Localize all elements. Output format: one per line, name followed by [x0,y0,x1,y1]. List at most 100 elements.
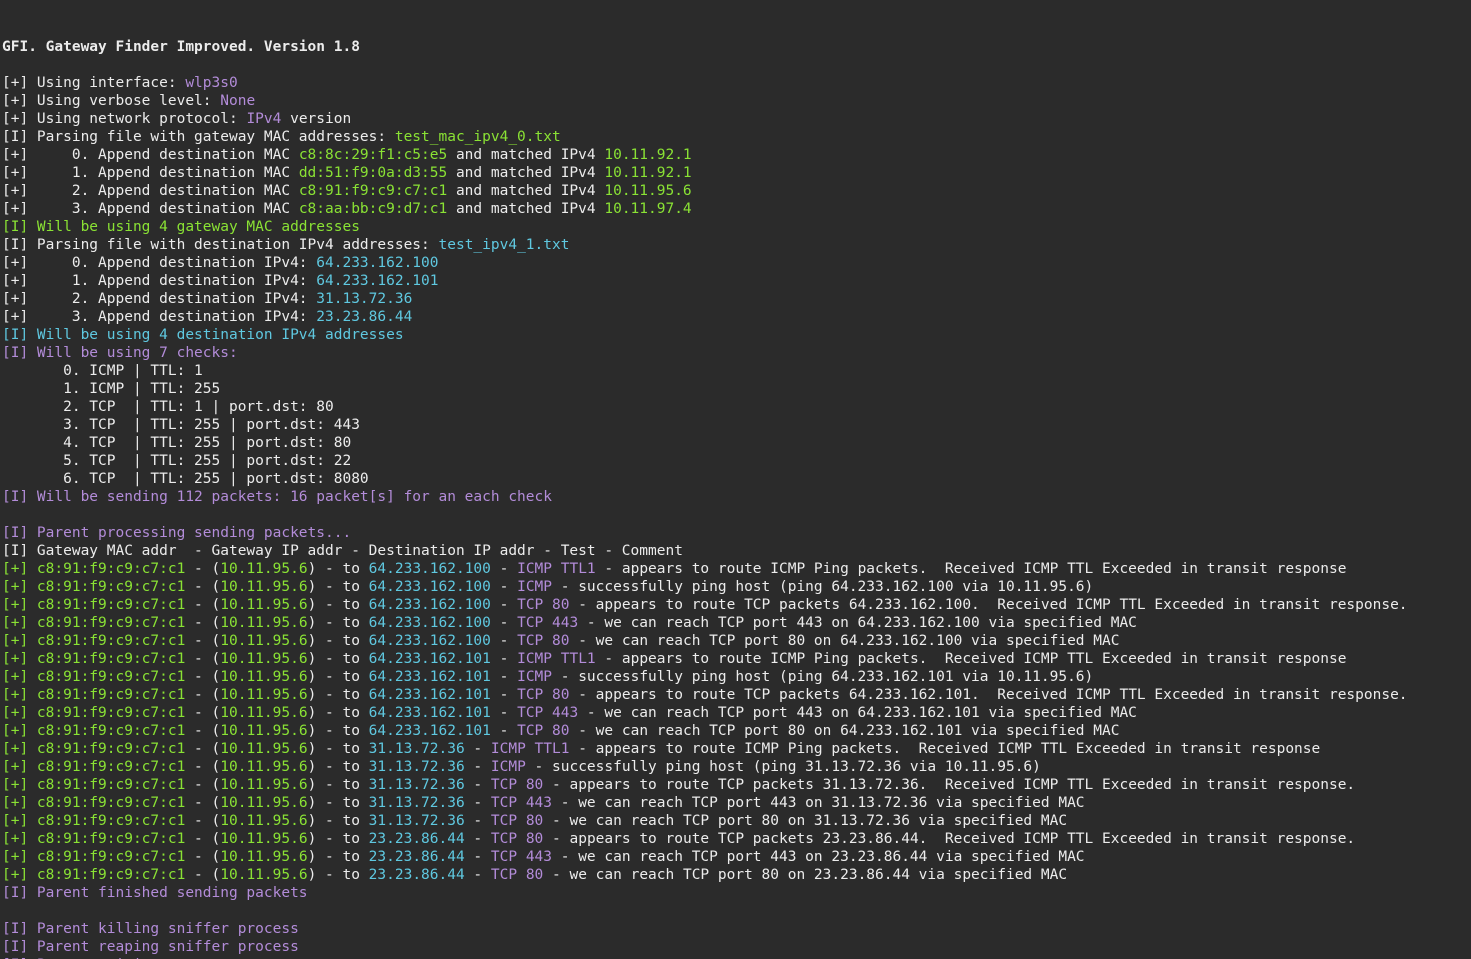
terminal-text-segment: - [464,813,491,829]
terminal-output: GFI. Gateway Finder Improved. Version 1.… [2,38,1471,959]
terminal-text-segment: - [490,615,518,631]
terminal-text-segment: [I] Will be using 4 destination IPv4 add… [2,327,404,343]
terminal-text-segment: - we can reach TCP port 80 on 64.233.162… [569,633,1120,649]
terminal-text-segment: ICMP [490,759,526,775]
terminal-text-segment: - ( [185,669,221,685]
terminal-text-segment: 10.11.92.1 [604,165,692,181]
terminal-text-segment: 64.233.162.101 [368,669,491,685]
terminal-text-segment: 64.233.162.101 [368,687,491,703]
terminal-text-segment: - ( [185,597,221,613]
terminal-text-segment: - ( [185,723,221,739]
terminal-text-segment: - we can reach TCP port 443 on 31.13.72.… [552,795,1085,811]
terminal-text-segment: ) - to [307,867,369,883]
terminal-window[interactable]: GFI. Gateway Finder Improved. Version 1.… [0,0,1471,959]
terminal-text-segment: [+] c8:91:f9:c9:c7:c1 [2,705,186,721]
terminal-text-segment: [+] c8:91:f9:c9:c7:c1 [2,795,186,811]
terminal-text-segment: 4. TCP | TTL: 255 | port.dst: 80 [2,435,352,451]
terminal-text-segment: [+] c8:91:f9:c9:c7:c1 [2,615,186,631]
terminal-text-segment: - successfully ping host (ping 31.13.72.… [525,759,1041,775]
terminal-text-segment: ) - to [307,651,369,667]
terminal-line: [+] 0. Append destination IPv4: 64.233.1… [2,254,1471,272]
terminal-text-segment: 64.233.162.100 [368,579,491,595]
terminal-text-segment: 10.11.95.6 [220,849,308,865]
terminal-text-segment: 10.11.95.6 [220,561,308,577]
terminal-text-segment: 5. TCP | TTL: 255 | port.dst: 22 [2,453,352,469]
terminal-text-segment: - appears to route TCP packets 64.233.16… [569,687,1408,703]
terminal-text-segment: - ( [185,831,221,847]
terminal-text-segment: c8:aa:bb:c9:d7:c1 [298,201,448,217]
terminal-text-segment: TCP 80 [490,831,544,847]
terminal-line: [+] 1. Append destination IPv4: 64.233.1… [2,272,1471,290]
terminal-text-segment: [I] Parent reaping sniffer process [2,939,299,955]
terminal-text-segment: [+] c8:91:f9:c9:c7:c1 [2,759,186,775]
terminal-line: [I] Will be using 4 destination IPv4 add… [2,326,1471,344]
terminal-text-segment: 10.11.95.6 [220,777,308,793]
terminal-text-segment: 64.233.162.100 [316,255,439,271]
terminal-line: [+] c8:91:f9:c9:c7:c1 - (10.11.95.6) - t… [2,650,1471,668]
terminal-text-segment: 64.233.162.100 [368,633,491,649]
terminal-text-segment: 10.11.95.6 [220,759,308,775]
terminal-text-segment: - appears to route TCP packets 23.23.86.… [543,831,1356,847]
terminal-text-segment: - [490,651,518,667]
terminal-line: [+] c8:91:f9:c9:c7:c1 - (10.11.95.6) - t… [2,758,1471,776]
terminal-text-segment: [+] 0. Append destination IPv4: [2,255,317,271]
text-cursor [487,955,495,959]
terminal-text-segment: 10.11.95.6 [220,687,308,703]
terminal-text-segment: ) - to [307,795,369,811]
terminal-text-segment: - ( [185,741,221,757]
terminal-text-segment: test_mac_ipv4_0.txt [394,129,561,145]
terminal-text-segment: 64.233.162.101 [368,723,491,739]
terminal-text-segment: [I] Will be using 7 checks: [2,345,238,361]
terminal-text-segment: [+] Using interface: [2,75,186,91]
terminal-text-segment: 10.11.97.4 [604,201,692,217]
terminal-text-segment: - [464,795,491,811]
terminal-text-segment: - appears to route TCP packets 31.13.72.… [543,777,1356,793]
terminal-text-segment: 23.23.86.44 [368,831,465,847]
terminal-text-segment: [+] c8:91:f9:c9:c7:c1 [2,741,186,757]
terminal-text-segment: [+] 3. Append destination IPv4: [2,309,317,325]
terminal-line: [+] 0. Append destination MAC c8:8c:29:f… [2,146,1471,164]
terminal-text-segment: and matched IPv4 [447,183,605,199]
terminal-text-segment: - [464,741,491,757]
terminal-text-segment: [+] 1. Append destination IPv4: [2,273,317,289]
terminal-text-segment: test_ipv4_1.txt [438,237,570,253]
terminal-text-segment: - ( [185,705,221,721]
terminal-text-segment: [+] Using network protocol: [2,111,247,127]
terminal-line: [+] 2. Append destination MAC c8:91:f9:c… [2,182,1471,200]
terminal-line: [+] Using network protocol: IPv4 version [2,110,1471,128]
terminal-text-segment: - [464,759,491,775]
terminal-text-segment: [+] c8:91:f9:c9:c7:c1 [2,867,186,883]
terminal-line: [I] Parent killing sniffer process [2,920,1471,938]
terminal-line: [+] c8:91:f9:c9:c7:c1 - (10.11.95.6) - t… [2,596,1471,614]
terminal-line: [+] c8:91:f9:c9:c7:c1 - (10.11.95.6) - t… [2,794,1471,812]
terminal-text-segment: [I] Parent finished sending packets [2,885,308,901]
terminal-text-segment: TCP 80 [517,633,570,649]
terminal-text-segment: wlp3s0 [185,75,238,91]
terminal-text-segment: [I] Will be sending 112 packets: 16 pack… [2,489,552,505]
terminal-text-segment: 64.233.162.101 [368,651,491,667]
terminal-text-segment: [+] 2. Append destination IPv4: [2,291,317,307]
terminal-line: [I] Parent finished sending packets [2,884,1471,902]
terminal-line: [+] c8:91:f9:c9:c7:c1 - (10.11.95.6) - t… [2,740,1471,758]
terminal-text-segment: - ( [185,633,221,649]
terminal-text-segment: - [490,687,518,703]
terminal-text-segment: TCP 80 [490,777,544,793]
terminal-text-segment: 10.11.95.6 [220,615,308,631]
terminal-text-segment: [+] Using verbose level: [2,93,221,109]
terminal-text-segment: TCP 443 [490,795,553,811]
terminal-line: [+] c8:91:f9:c9:c7:c1 - (10.11.95.6) - t… [2,560,1471,578]
terminal-text-segment: ICMP TTL1 [517,561,596,577]
terminal-text-segment: - [490,561,518,577]
terminal-line: [I] Parent reaping sniffer process [2,938,1471,956]
terminal-line: [+] c8:91:f9:c9:c7:c1 - (10.11.95.6) - t… [2,614,1471,632]
terminal-text-segment: [+] c8:91:f9:c9:c7:c1 [2,597,186,613]
terminal-text-segment: 10.11.95.6 [604,183,692,199]
terminal-text-segment: 23.23.86.44 [316,309,413,325]
terminal-text-segment: [I] Parent killing sniffer process [2,921,299,937]
terminal-text-segment: - [464,849,491,865]
terminal-text-segment: [+] c8:91:f9:c9:c7:c1 [2,651,186,667]
terminal-text-segment: 10.11.95.6 [220,741,308,757]
terminal-text-segment: ) - to [307,831,369,847]
